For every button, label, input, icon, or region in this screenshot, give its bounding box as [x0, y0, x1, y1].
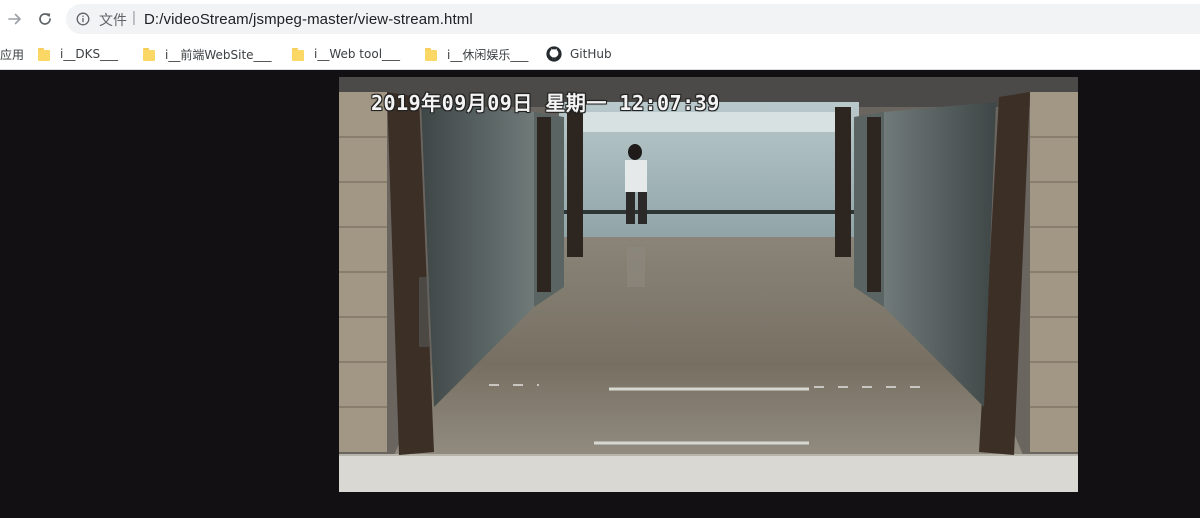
- bookmark-label: i__前端WebSite___: [165, 47, 272, 62]
- bookmark-github[interactable]: GitHub: [546, 44, 612, 64]
- browser-toolbar: 文件 | D:/videoStream/jsmpeg-master/view-s…: [0, 0, 1200, 38]
- folder-icon: [425, 47, 437, 61]
- github-icon: [546, 46, 562, 62]
- bookmarks-bar: 应用 i__DKS___ i__前端WebSite___ i__Web tool…: [0, 38, 1200, 70]
- bookmark-apps[interactable]: 应用: [0, 44, 24, 64]
- bookmark-frontend-website[interactable]: i__前端WebSite___: [143, 44, 272, 64]
- bookmark-label: i__休闲娱乐___: [447, 47, 529, 62]
- bookmark-leisure[interactable]: i__休闲娱乐___: [425, 44, 528, 64]
- page-content: 2019年09月09日 星期一 12:07:39: [0, 70, 1200, 518]
- address-scheme-label: 文件: [99, 13, 127, 29]
- bookmark-dks[interactable]: i__DKS___: [38, 44, 118, 64]
- bookmark-label: i__DKS___: [60, 47, 119, 61]
- url-text[interactable]: D:/videoStream/jsmpeg-master/view-stream…: [144, 11, 473, 28]
- video-stream-canvas[interactable]: 2019年09月09日 星期一 12:07:39: [339, 77, 1078, 492]
- folder-icon: [38, 47, 50, 61]
- reload-button[interactable]: [32, 6, 58, 32]
- bookmark-label: i__Web tool___: [314, 47, 401, 61]
- address-separator: |: [132, 9, 136, 26]
- bookmark-web-tool[interactable]: i__Web tool___: [292, 44, 400, 64]
- address-bar[interactable]: 文件 | D:/videoStream/jsmpeg-master/view-s…: [66, 4, 1200, 34]
- folder-icon: [292, 47, 304, 61]
- info-icon[interactable]: [76, 12, 90, 26]
- bookmark-label: 应用: [0, 47, 25, 62]
- bookmark-label: GitHub: [570, 47, 612, 61]
- reload-icon: [39, 13, 51, 25]
- surveillance-frame: [339, 77, 1078, 492]
- forward-arrow-icon: [8, 13, 21, 25]
- forward-button[interactable]: [2, 6, 28, 32]
- timestamp-overlay: 2019年09月09日 星期一 12:07:39: [371, 91, 720, 115]
- folder-icon: [143, 47, 155, 61]
